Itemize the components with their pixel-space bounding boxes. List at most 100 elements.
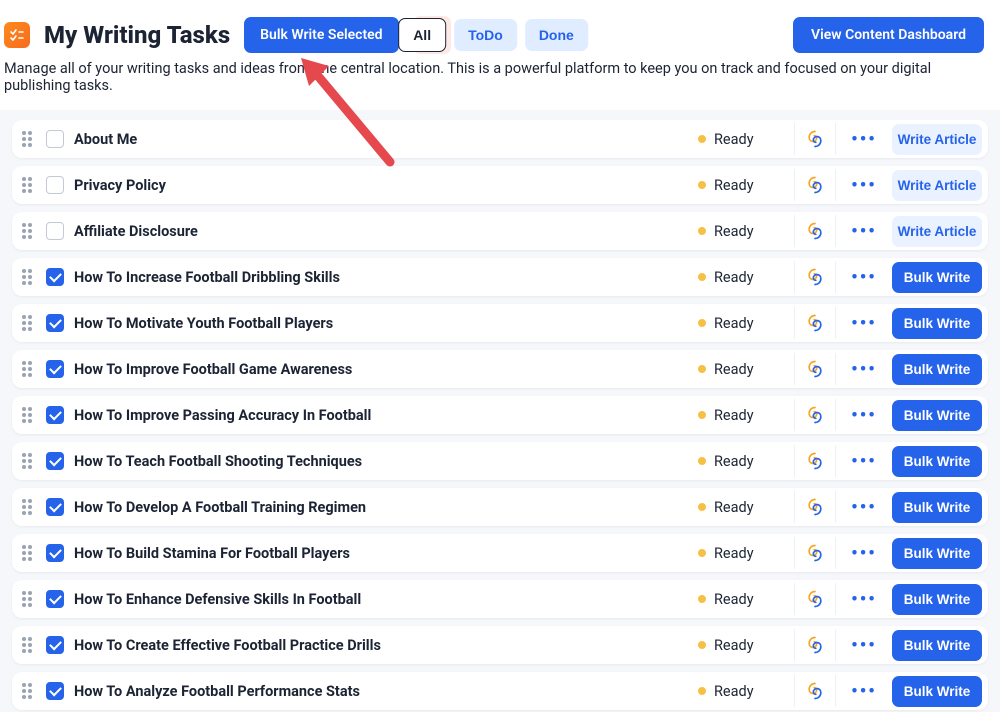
ai-tool-button[interactable] — [794, 491, 836, 523]
more-options-button[interactable]: ••• — [846, 175, 882, 196]
swirl-icon — [805, 681, 825, 701]
task-status: Ready — [698, 499, 784, 516]
task-checkbox[interactable] — [46, 222, 64, 240]
ai-tool-button[interactable] — [794, 123, 836, 155]
task-checkbox[interactable] — [46, 636, 64, 654]
status-label: Ready — [714, 453, 754, 470]
task-title: How To Develop A Football Training Regim… — [74, 499, 366, 516]
task-title: About Me — [74, 131, 137, 148]
ai-tool-button[interactable] — [794, 353, 836, 385]
more-options-button[interactable]: ••• — [846, 681, 882, 702]
task-title: How To Improve Football Game Awareness — [74, 361, 352, 378]
drag-handle-icon[interactable] — [22, 177, 36, 193]
task-status: Ready — [698, 453, 784, 470]
task-checkbox[interactable] — [46, 406, 64, 424]
row-action-button[interactable]: Bulk Write — [892, 676, 982, 707]
ai-tool-button[interactable] — [794, 583, 836, 615]
task-checkbox[interactable] — [46, 176, 64, 194]
task-checkbox[interactable] — [46, 682, 64, 700]
more-options-button[interactable]: ••• — [846, 451, 882, 472]
task-checkbox[interactable] — [46, 498, 64, 516]
drag-handle-icon[interactable] — [22, 269, 36, 285]
ai-tool-button[interactable] — [794, 537, 836, 569]
drag-handle-icon[interactable] — [22, 223, 36, 239]
task-status: Ready — [698, 269, 784, 286]
ai-tool-button[interactable] — [794, 675, 836, 707]
status-dot-icon — [698, 181, 706, 189]
row-action-button[interactable]: Bulk Write — [892, 446, 982, 477]
drag-handle-icon[interactable] — [22, 315, 36, 331]
drag-handle-icon[interactable] — [22, 591, 36, 607]
row-action-button[interactable]: Write Article — [892, 124, 982, 155]
row-action-button[interactable]: Write Article — [892, 170, 982, 201]
task-checkbox[interactable] — [46, 268, 64, 286]
swirl-icon — [805, 543, 825, 563]
row-action-button[interactable]: Bulk Write — [892, 630, 982, 661]
task-checkbox[interactable] — [46, 452, 64, 470]
filter-all[interactable]: All — [398, 18, 446, 52]
row-action-button[interactable]: Bulk Write — [892, 400, 982, 431]
ai-tool-button[interactable] — [794, 445, 836, 477]
drag-handle-icon[interactable] — [22, 683, 36, 699]
header-bar: My Writing Tasks Bulk Write Selected All… — [0, 0, 1000, 60]
drag-handle-icon[interactable] — [22, 453, 36, 469]
drag-handle-icon[interactable] — [22, 361, 36, 377]
filter-done[interactable]: Done — [525, 19, 588, 51]
ai-tool-button[interactable] — [794, 399, 836, 431]
row-action-button[interactable]: Bulk Write — [892, 262, 982, 293]
status-dot-icon — [698, 319, 706, 327]
filter-todo[interactable]: ToDo — [454, 19, 517, 51]
status-label: Ready — [714, 315, 754, 332]
task-title: Privacy Policy — [74, 177, 166, 194]
view-dashboard-button[interactable]: View Content Dashboard — [793, 17, 984, 53]
row-action-button[interactable]: Bulk Write — [892, 584, 982, 615]
more-options-button[interactable]: ••• — [846, 497, 882, 518]
task-checkbox[interactable] — [46, 130, 64, 148]
row-action-button[interactable]: Bulk Write — [892, 492, 982, 523]
ai-tool-button[interactable] — [794, 261, 836, 293]
task-row: How To Increase Football Dribbling Skill… — [12, 258, 988, 296]
task-row: How To Develop A Football Training Regim… — [12, 488, 988, 526]
more-options-button[interactable]: ••• — [846, 267, 882, 288]
ai-tool-button[interactable] — [794, 169, 836, 201]
more-options-button[interactable]: ••• — [846, 405, 882, 426]
ai-tool-button[interactable] — [794, 307, 836, 339]
more-options-button[interactable]: ••• — [846, 635, 882, 656]
task-checkbox[interactable] — [46, 544, 64, 562]
drag-handle-icon[interactable] — [22, 545, 36, 561]
page-subtitle: Manage all of your writing tasks and ide… — [0, 60, 1000, 110]
more-options-button[interactable]: ••• — [846, 129, 882, 150]
row-action-button[interactable]: Bulk Write — [892, 308, 982, 339]
more-options-button[interactable]: ••• — [846, 359, 882, 380]
task-checkbox[interactable] — [46, 360, 64, 378]
ai-tool-button[interactable] — [794, 629, 836, 661]
more-options-button[interactable]: ••• — [846, 313, 882, 334]
drag-handle-icon[interactable] — [22, 499, 36, 515]
drag-handle-icon[interactable] — [22, 407, 36, 423]
ai-tool-button[interactable] — [794, 215, 836, 247]
drag-handle-icon[interactable] — [22, 131, 36, 147]
row-action-button[interactable]: Write Article — [892, 216, 982, 247]
swirl-icon — [805, 129, 825, 149]
bulk-write-selected-button[interactable]: Bulk Write Selected — [244, 17, 398, 53]
task-status: Ready — [698, 683, 784, 700]
task-checkbox[interactable] — [46, 590, 64, 608]
row-action-button[interactable]: Bulk Write — [892, 354, 982, 385]
drag-handle-icon[interactable] — [22, 637, 36, 653]
more-options-button[interactable]: ••• — [846, 589, 882, 610]
task-checkbox[interactable] — [46, 314, 64, 332]
row-action-button[interactable]: Bulk Write — [892, 538, 982, 569]
status-label: Ready — [714, 269, 754, 286]
task-status: Ready — [698, 131, 784, 148]
task-row: How To Improve Passing Accuracy In Footb… — [12, 396, 988, 434]
app-icon — [4, 22, 30, 48]
more-options-button[interactable]: ••• — [846, 543, 882, 564]
swirl-icon — [805, 175, 825, 195]
more-options-button[interactable]: ••• — [846, 221, 882, 242]
task-title: How To Create Effective Football Practic… — [74, 637, 381, 654]
status-dot-icon — [698, 227, 706, 235]
task-status: Ready — [698, 361, 784, 378]
task-row: How To Create Effective Football Practic… — [12, 626, 988, 664]
task-title: How To Increase Football Dribbling Skill… — [74, 269, 340, 286]
task-row: How To Enhance Defensive Skills In Footb… — [12, 580, 988, 618]
